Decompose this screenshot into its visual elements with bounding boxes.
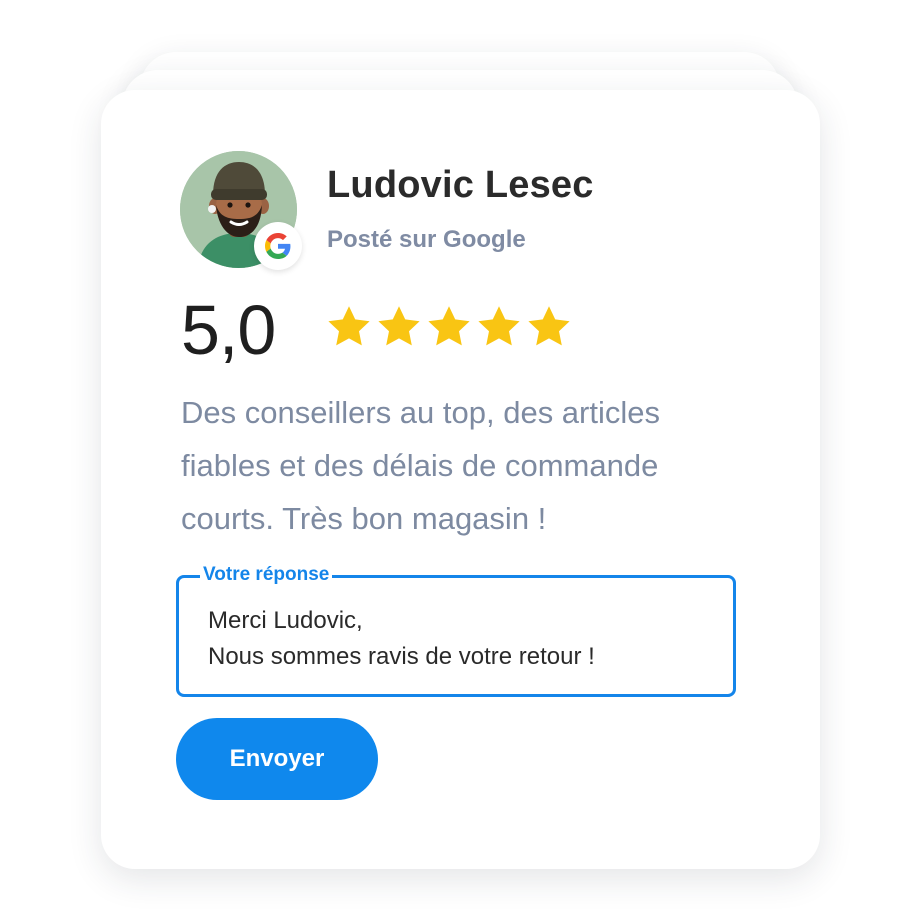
rating-stars bbox=[325, 303, 575, 353]
google-icon bbox=[254, 222, 302, 270]
response-text-line: Nous sommes ravis de votre retour ! bbox=[208, 643, 595, 670]
review-source: Posté sur Google bbox=[327, 226, 526, 253]
star-icon bbox=[478, 306, 520, 346]
reviewer-name: Ludovic Lesec bbox=[327, 164, 594, 206]
review-text: Des conseillers au top, des articles fia… bbox=[181, 395, 661, 536]
star-icon bbox=[428, 306, 470, 346]
review-card: Ludovic Lesec Posté sur Google 5,0 Des c… bbox=[101, 90, 820, 869]
response-textarea[interactable]: Votre réponse Merci Ludovic, Nous sommes… bbox=[176, 563, 736, 697]
send-button[interactable]: Envoyer bbox=[176, 718, 378, 800]
star-icon bbox=[328, 306, 370, 346]
response-label: Votre réponse bbox=[200, 563, 333, 587]
star-icon bbox=[378, 306, 420, 346]
rating-value: 5,0 bbox=[181, 291, 276, 369]
response-text-line: Merci Ludovic, bbox=[208, 607, 363, 634]
star-icon bbox=[528, 306, 570, 346]
